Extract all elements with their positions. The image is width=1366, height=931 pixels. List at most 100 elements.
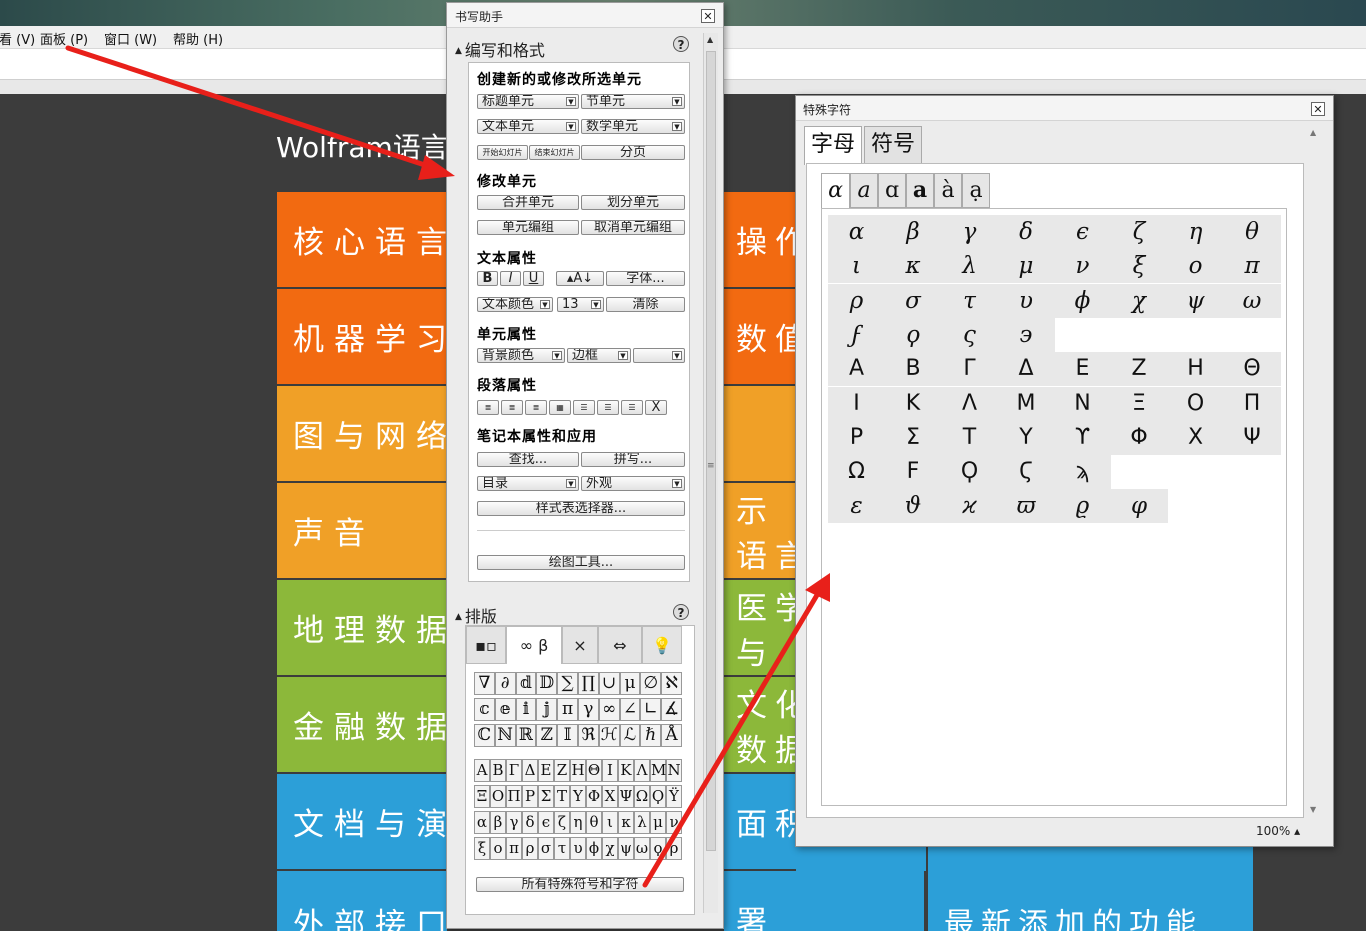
glyph-button[interactable]: ο	[490, 837, 506, 860]
glyph-button[interactable]: Ρ	[522, 785, 538, 808]
character-cell[interactable]: Χ	[1167, 420, 1224, 455]
character-cell[interactable]: β	[884, 215, 942, 249]
justify-icon[interactable]: ▦	[549, 400, 571, 415]
tile-machine-learning[interactable]: 机器学习	[277, 289, 447, 384]
style-tab-double-struck[interactable]: a	[906, 173, 934, 208]
help-icon[interactable]: ?	[673, 604, 689, 620]
glyph-button[interactable]: η	[570, 811, 586, 834]
glyph-button[interactable]: ℤ	[536, 724, 558, 747]
character-cell[interactable]: ϱ	[1054, 489, 1111, 524]
character-cell[interactable]: υ	[997, 283, 1055, 318]
section-typesetting[interactable]: ▲ 排版	[455, 603, 497, 627]
text-color-dropdown[interactable]: 文本颜色 ▼	[477, 297, 553, 312]
glyph-button[interactable]: κ	[618, 811, 634, 834]
font-size-button[interactable]: ▴A↓	[556, 271, 604, 286]
glyph-button[interactable]: γ	[577, 698, 599, 721]
glyph-button[interactable]: 𝕀	[557, 724, 578, 747]
character-cell[interactable]: ξ	[1110, 249, 1168, 284]
scrollbar-thumb[interactable]	[706, 51, 716, 851]
glyph-button[interactable]: Α	[474, 759, 490, 782]
tab-symbols[interactable]: ∞ β	[506, 626, 562, 664]
tile-right-1[interactable]: 操作与	[724, 192, 796, 287]
character-cell[interactable]: Ψ	[1223, 420, 1281, 455]
glyph-button[interactable]: Ο	[490, 785, 506, 808]
tile-right-6[interactable]: 文化数据	[724, 677, 796, 772]
tab-symbols[interactable]: 符号	[864, 126, 922, 164]
tile-geo-data[interactable]: 地理数据	[277, 580, 447, 675]
section-writing-formatting[interactable]: ▲ 编写和格式	[455, 37, 545, 61]
glyph-button[interactable]: 𝕕	[515, 672, 537, 695]
glyph-button[interactable]: ℏ	[640, 724, 662, 747]
character-cell[interactable]: δ	[997, 215, 1055, 249]
character-cell[interactable]: Τ	[941, 420, 998, 455]
font-button[interactable]: 字体...	[606, 271, 685, 286]
glyph-button[interactable]: Λ	[634, 759, 650, 782]
character-cell[interactable]: Ο	[1167, 386, 1224, 421]
character-cell[interactable]: μ	[997, 249, 1055, 284]
glyph-button[interactable]: ∏	[577, 672, 599, 695]
glyph-button[interactable]: Δ	[522, 759, 538, 782]
glyph-button[interactable]: ζ	[554, 811, 570, 834]
toc-dropdown[interactable]: 目录 ▼	[477, 476, 579, 491]
group-cells-button[interactable]: 单元编组	[477, 220, 579, 235]
character-cell[interactable]: ϝ	[828, 317, 885, 352]
glyph-button[interactable]: ι	[602, 811, 618, 834]
start-slide-button[interactable]: 开始幻灯片	[477, 145, 528, 160]
tile-right-5[interactable]: 医学与	[724, 580, 796, 675]
glyph-button[interactable]: π	[506, 837, 522, 860]
all-special-characters-button[interactable]: 所有特殊符号和字符	[476, 877, 684, 892]
character-cell[interactable]: χ	[1110, 283, 1168, 318]
glyph-button[interactable]: δ	[522, 811, 538, 834]
glyph-button[interactable]: ∇	[474, 672, 495, 695]
glyph-button[interactable]: Φ	[586, 785, 602, 808]
character-cell[interactable]: Ε	[1054, 352, 1111, 387]
character-cell[interactable]: Ϛ	[997, 455, 1055, 490]
menu-view[interactable]: 查看 (V)	[0, 29, 35, 48]
tab-layout[interactable]: ▪▫	[466, 626, 506, 664]
tile-documents[interactable]: 文档与演	[277, 774, 447, 869]
character-cell[interactable]: Ν	[1054, 386, 1111, 421]
glyph-button[interactable]: ∞	[598, 698, 620, 721]
character-cell[interactable]: κ	[884, 249, 942, 284]
glyph-button[interactable]: ℋ	[598, 724, 620, 747]
glyph-button[interactable]: θ	[586, 811, 602, 834]
character-cell[interactable]: Γ	[941, 352, 998, 387]
glyph-button[interactable]: μ	[619, 672, 641, 695]
font-size-dropdown[interactable]: 13 ▼	[557, 297, 604, 312]
tile-sound[interactable]: 声音	[277, 483, 447, 578]
character-cell[interactable]: Θ	[1223, 352, 1281, 387]
glyph-button[interactable]: Ω	[634, 785, 650, 808]
glyph-button[interactable]: ϕ	[586, 837, 602, 860]
clear-format-icon[interactable]: X	[645, 400, 667, 415]
glyph-button[interactable]: Β	[490, 759, 506, 782]
tab-arrows[interactable]: ⇔	[598, 626, 642, 664]
glyph-button[interactable]: β	[490, 811, 506, 834]
scroll-up-icon[interactable]: ▲	[707, 35, 713, 44]
underline-button[interactable]: U	[523, 271, 544, 286]
math-cell-dropdown[interactable]: 数学单元 ▼	[581, 119, 685, 134]
close-icon[interactable]: ✕	[701, 9, 715, 23]
glyph-button[interactable]: 𝕔	[474, 698, 495, 721]
character-cell[interactable]: Φ	[1110, 420, 1168, 455]
glyph-button[interactable]: 𝕛	[536, 698, 558, 721]
glyph-button[interactable]: ∡	[661, 698, 682, 721]
menu-window[interactable]: 窗口 (W)	[104, 29, 157, 48]
glyph-button[interactable]: υ	[570, 837, 586, 860]
merge-cells-button[interactable]: 合并单元	[477, 195, 579, 210]
end-slide-button[interactable]: 结束幻灯片	[529, 145, 580, 160]
character-cell[interactable]: Δ	[997, 352, 1055, 387]
character-cell[interactable]: ϒ	[1054, 420, 1111, 455]
glyph-button[interactable]: ξ	[474, 837, 490, 860]
character-cell[interactable]: Ω	[828, 455, 885, 490]
find-button[interactable]: 查找...	[477, 452, 579, 467]
section-cell-dropdown[interactable]: 节单元 ▼	[581, 94, 685, 109]
character-cell[interactable]: Η	[1167, 352, 1224, 387]
tile-finance-data[interactable]: 金融数据	[277, 677, 447, 772]
glyph-button[interactable]: ∅	[640, 672, 662, 695]
line-spacing-icon[interactable]: ☰	[573, 400, 595, 415]
character-cell[interactable]: ϵ	[1054, 215, 1111, 249]
glyph-button[interactable]: π	[557, 698, 578, 721]
align-right-icon[interactable]: ≣	[525, 400, 547, 415]
glyph-button[interactable]: ω	[634, 837, 650, 860]
glyph-button[interactable]: Ζ	[554, 759, 570, 782]
